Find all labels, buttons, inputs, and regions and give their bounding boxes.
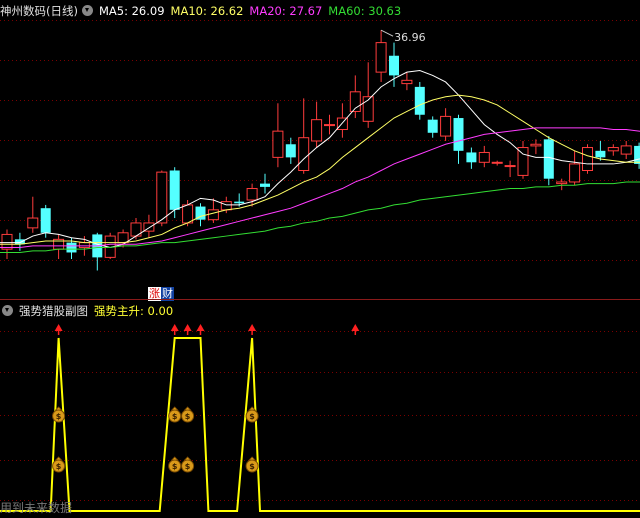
signal-arrow-icon	[196, 324, 205, 335]
candle-body-down	[40, 208, 51, 233]
arrow-head	[248, 324, 257, 331]
candle-body-up	[311, 119, 323, 142]
bag-symbol: $	[185, 412, 191, 421]
signal-arrow-icon	[54, 324, 63, 335]
candle-body-down	[234, 201, 245, 204]
candle-body-up	[117, 232, 129, 244]
candle-body-up	[569, 163, 581, 183]
money-bag-icon: $	[245, 456, 259, 473]
candle-body-up	[491, 161, 503, 164]
candle-body-down	[634, 145, 640, 164]
candle-body-up	[336, 117, 348, 131]
candle-body-down	[285, 144, 296, 158]
candle-body-up	[298, 137, 310, 171]
signal-arrow-icon	[183, 324, 192, 335]
money-bag-icon: $	[168, 456, 182, 473]
peak-pointer	[380, 29, 394, 37]
main-chart-panel[interactable]: 神州数码(日线) MA5: 26.09 MA10: 26.62 MA20: 27.67…	[0, 0, 640, 301]
bag-neck	[54, 406, 63, 411]
candle-body-down	[595, 150, 606, 158]
bag-symbol: $	[172, 412, 178, 421]
candle-body-down	[169, 170, 180, 210]
bag-neck	[170, 406, 179, 411]
money-bag-icon: $	[181, 456, 195, 473]
peak-price-label: 36.96	[394, 31, 426, 44]
signal-arrow-icon	[170, 324, 179, 335]
candle-body-up	[207, 209, 219, 221]
candle-body-up	[530, 143, 542, 147]
candle-body-down	[414, 86, 425, 115]
signal-chart[interactable]: $ $ $ $ $ $ $ $	[0, 300, 640, 518]
signal-arrow-icon	[351, 324, 360, 335]
candle-body-up	[375, 42, 387, 73]
arrow-head	[183, 324, 192, 331]
candle-body-up	[220, 201, 232, 211]
candle-body-up	[1, 233, 13, 250]
money-bag-icon: $	[168, 406, 182, 423]
signal-arrow-icon	[248, 324, 257, 335]
candle-body-down	[427, 119, 438, 133]
arrow-head	[351, 324, 360, 331]
candle-body-up	[607, 147, 619, 152]
bag-neck	[183, 406, 192, 411]
candle-body-up	[324, 124, 335, 127]
candle-body-down	[543, 139, 554, 179]
candle-body-up	[78, 242, 90, 249]
signal-line	[0, 337, 640, 512]
bag-symbol: $	[172, 462, 178, 471]
candle-body-up	[182, 204, 194, 224]
sub-chart-panel[interactable]: 强势猎股副图 强势主升: 0.00 $ $ $ $ $ $ $ $ 用到未来数据	[0, 300, 640, 518]
bag-neck	[248, 406, 257, 411]
bag-symbol: $	[56, 462, 62, 471]
candlestick-chart[interactable]: 36.96	[0, 0, 640, 300]
candle-body-up	[556, 181, 568, 185]
candle-body-up	[620, 145, 632, 155]
arrow-head	[54, 324, 63, 331]
bag-symbol: $	[249, 412, 255, 421]
candle-body-up	[582, 147, 593, 171]
bag-symbol: $	[185, 462, 191, 471]
candle-body-up	[478, 151, 490, 163]
arrow-head	[196, 324, 205, 331]
candle-body-down	[260, 183, 270, 187]
bag-symbol: $	[56, 412, 62, 421]
arrow-head	[170, 324, 179, 331]
bag-neck	[170, 456, 179, 461]
candle-body-up	[401, 79, 413, 85]
candle-body-down	[466, 152, 477, 163]
candle-body-down	[453, 118, 464, 151]
bag-neck	[54, 456, 63, 461]
candle-body-up	[440, 115, 452, 137]
candle-body-up	[272, 130, 284, 158]
candle-body-up	[27, 217, 39, 229]
money-bag-icon: $	[181, 406, 195, 423]
watermark-text: 用到未来数据	[0, 501, 73, 515]
candle-body-down	[66, 242, 77, 253]
bag-neck	[183, 456, 192, 461]
candle-body-up	[517, 147, 529, 176]
candle-body-up	[156, 171, 168, 224]
candle-body-down	[389, 55, 399, 76]
bag-symbol: $	[249, 462, 255, 471]
bag-neck	[248, 456, 257, 461]
candle-body-up	[504, 165, 516, 168]
candle-body-up	[246, 188, 258, 201]
money-bag-icon: $	[52, 456, 66, 473]
